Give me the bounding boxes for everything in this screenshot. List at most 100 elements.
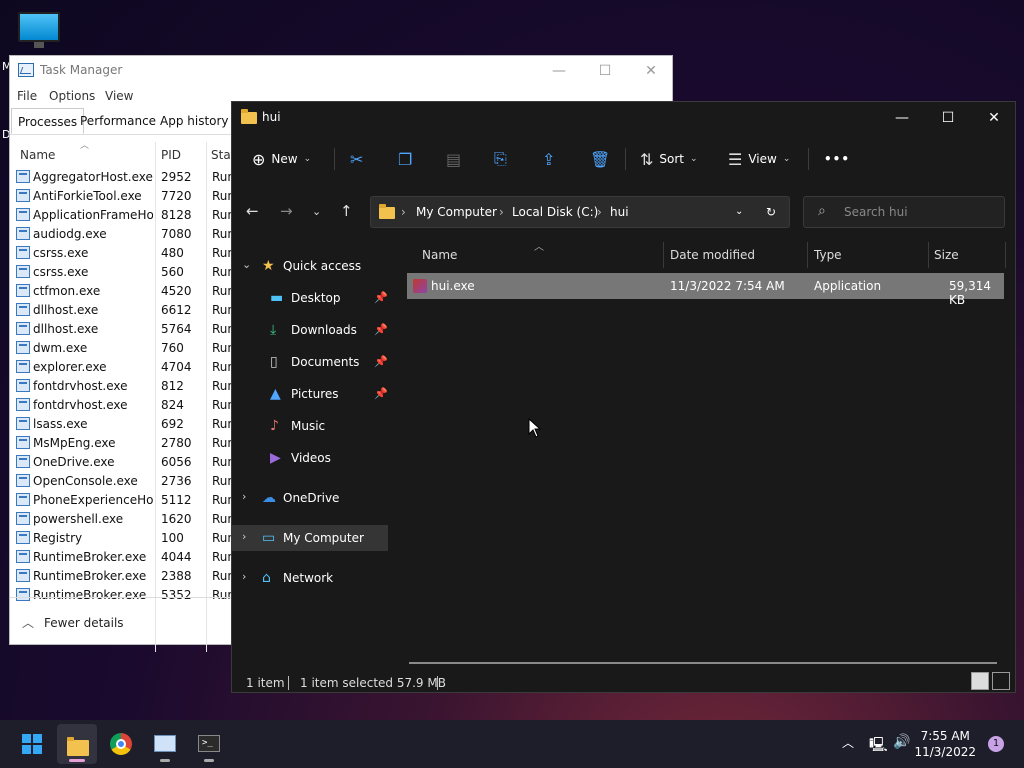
menu-options[interactable]: Options <box>49 89 95 103</box>
copy-button[interactable]: ❐ <box>398 142 412 176</box>
menu-view[interactable]: View <box>105 89 133 103</box>
minimize-button[interactable]: — <box>536 59 582 83</box>
chevron-right-icon[interactable]: › <box>242 570 246 583</box>
cut-button[interactable]: ✂ <box>350 142 363 176</box>
pin-icon[interactable]: 📌 <box>374 355 388 368</box>
chevron-down-icon[interactable]: ⌄ <box>242 258 251 271</box>
table-row[interactable]: ApplicationFrameHo... 8128 Run <box>10 206 250 225</box>
clock[interactable]: 7:55 AM 11/3/2022 <box>914 728 976 760</box>
rename-button[interactable]: ⎘ <box>494 142 507 176</box>
table-row[interactable]: csrss.exe 480 Run <box>10 244 250 263</box>
table-row[interactable]: powershell.exe 1620 Run <box>10 510 250 529</box>
close-button[interactable]: ✕ <box>628 59 674 83</box>
delete-button[interactable]: 🗑 <box>590 142 610 176</box>
share-button[interactable]: ⇪ <box>542 142 555 176</box>
column-divider[interactable] <box>807 242 808 268</box>
table-row[interactable]: MsMpEng.exe 2780 Run <box>10 434 250 453</box>
new-button[interactable]: ⊕ New ⌄ <box>252 142 311 176</box>
view-button[interactable]: ☰ View ⌄ <box>728 142 790 176</box>
table-row[interactable]: Registry 100 Run <box>10 529 250 548</box>
table-row[interactable]: OneDrive.exe 6056 Run <box>10 453 250 472</box>
table-row[interactable]: lsass.exe 692 Run <box>10 415 250 434</box>
table-row[interactable]: RuntimeBroker.exe 2388 Run <box>10 567 250 586</box>
table-row[interactable]: dllhost.exe 5764 Run <box>10 320 250 339</box>
breadcrumb-local-disk[interactable]: Local Disk (C:) <box>512 205 598 219</box>
tab-performance[interactable]: Performance <box>74 108 162 134</box>
breadcrumb-my-computer[interactable]: My Computer <box>416 205 497 219</box>
more-options-button[interactable]: ••• <box>824 142 850 176</box>
pin-icon[interactable]: 📌 <box>374 323 388 336</box>
refresh-icon[interactable]: ↻ <box>766 205 776 219</box>
table-row[interactable]: PhoneExperienceHo... 5112 Run <box>10 491 250 510</box>
details-view-icon[interactable] <box>971 672 989 690</box>
table-row[interactable]: OpenConsole.exe 2736 Run <box>10 472 250 491</box>
column-divider[interactable] <box>928 242 929 268</box>
sidebar-item-music[interactable]: ♪ Music <box>232 413 388 439</box>
sidebar-item-onedrive[interactable]: › ☁ OneDrive <box>232 485 388 511</box>
minimize-button[interactable]: — <box>879 104 925 132</box>
column-name[interactable]: Name <box>422 248 457 262</box>
column-date-modified[interactable]: Date modified <box>670 248 755 262</box>
desktop-computer-icon[interactable] <box>14 10 64 54</box>
tab-app-history[interactable]: App history <box>154 108 235 134</box>
column-name[interactable]: Name <box>20 148 55 162</box>
taskbar-file-explorer[interactable] <box>57 724 97 764</box>
chevron-right-icon[interactable]: › <box>242 530 246 543</box>
taskbar-chrome[interactable] <box>101 724 141 764</box>
address-dropdown-icon[interactable]: ⌄ <box>735 206 743 217</box>
table-row[interactable]: csrss.exe 560 Run <box>10 263 250 282</box>
search-box[interactable]: ⌕ Search hui <box>803 196 1005 228</box>
pin-icon[interactable]: 📌 <box>374 387 388 400</box>
sidebar-item-quick-access[interactable]: ⌄ ★ Quick access <box>232 253 388 279</box>
column-divider[interactable] <box>663 242 664 268</box>
back-arrow-icon[interactable]: ← <box>246 202 259 220</box>
sidebar-item-network[interactable]: › ⌂ Network <box>232 565 388 591</box>
table-row[interactable]: fontdrvhost.exe 812 Run <box>10 377 250 396</box>
pin-icon[interactable]: 📌 <box>374 291 388 304</box>
table-row[interactable]: audiodg.exe 7080 Run <box>10 225 250 244</box>
maximize-button[interactable]: ☐ <box>925 104 971 132</box>
table-row[interactable]: dwm.exe 760 Run <box>10 339 250 358</box>
network-icon[interactable]: 🖳 <box>869 734 888 758</box>
chevron-right-icon[interactable]: › <box>242 490 246 503</box>
sidebar-item-my-computer[interactable]: › ▭ My Computer <box>232 525 388 551</box>
table-row[interactable]: ctfmon.exe 4520 Run <box>10 282 250 301</box>
taskbar-task-manager[interactable] <box>145 724 185 764</box>
column-size[interactable]: Size <box>934 248 959 262</box>
title-bar[interactable]: Task Manager — ☐ ✕ <box>10 56 672 86</box>
table-row[interactable]: AggregatorHost.exe 2952 Run <box>10 168 250 187</box>
table-row[interactable]: fontdrvhost.exe 824 Run <box>10 396 250 415</box>
file-row-selected[interactable]: hui.exe 11/3/2022 7:54 AM Application 59… <box>407 273 1004 307</box>
close-button[interactable]: ✕ <box>971 104 1017 132</box>
sidebar-item-videos[interactable]: ▶ Videos <box>232 445 388 471</box>
table-row[interactable]: AntiForkieTool.exe 7720 Run <box>10 187 250 206</box>
large-icons-view-icon[interactable] <box>992 672 1010 690</box>
sidebar-item-desktop[interactable]: ▬ Desktop 📌 <box>232 285 388 311</box>
sidebar-item-documents[interactable]: ▯ Documents 📌 <box>232 349 388 375</box>
sidebar-item-pictures[interactable]: ▲ Pictures 📌 <box>232 381 388 407</box>
paste-button[interactable]: ▤ <box>446 142 461 176</box>
file-explorer-window[interactable]: hui — ☐ ✕ ⊕ New ⌄ ✂ ❐ ▤ ⎘ ⇪ 🗑 ⇅ Sort ⌄ ☰… <box>231 101 1016 693</box>
recent-locations-chevron-icon[interactable]: ⌄ <box>312 205 321 218</box>
table-row[interactable]: RuntimeBroker.exe 4044 Run <box>10 548 250 567</box>
start-button[interactable] <box>12 724 52 764</box>
table-row[interactable]: explorer.exe 4704 Run <box>10 358 250 377</box>
forward-arrow-icon[interactable]: → <box>280 202 293 220</box>
sidebar-item-downloads[interactable]: ⤓ Downloads 📌 <box>232 317 388 343</box>
chevron-up-icon[interactable]: ︿ <box>842 734 854 751</box>
sort-button[interactable]: ⇅ Sort ⌄ <box>640 142 698 176</box>
fewer-details-link[interactable]: Fewer details <box>44 616 124 630</box>
volume-icon[interactable]: 🔊 <box>893 734 910 750</box>
breadcrumb-hui[interactable]: hui <box>610 205 629 219</box>
column-type[interactable]: Type <box>814 248 842 262</box>
notification-badge[interactable]: 1 <box>988 736 1004 752</box>
search-input[interactable]: Search hui <box>844 205 908 219</box>
chevron-up-icon[interactable]: ︿ <box>22 614 34 631</box>
horizontal-scrollbar[interactable] <box>409 662 997 664</box>
column-divider[interactable] <box>1005 242 1006 268</box>
title-bar[interactable]: hui — ☐ ✕ <box>232 102 1015 132</box>
column-pid[interactable]: PID <box>161 148 181 162</box>
maximize-button[interactable]: ☐ <box>582 59 628 83</box>
menu-file[interactable]: File <box>17 89 37 103</box>
address-bar[interactable]: › My Computer › Local Disk (C:) › hui ⌄ … <box>370 196 790 228</box>
